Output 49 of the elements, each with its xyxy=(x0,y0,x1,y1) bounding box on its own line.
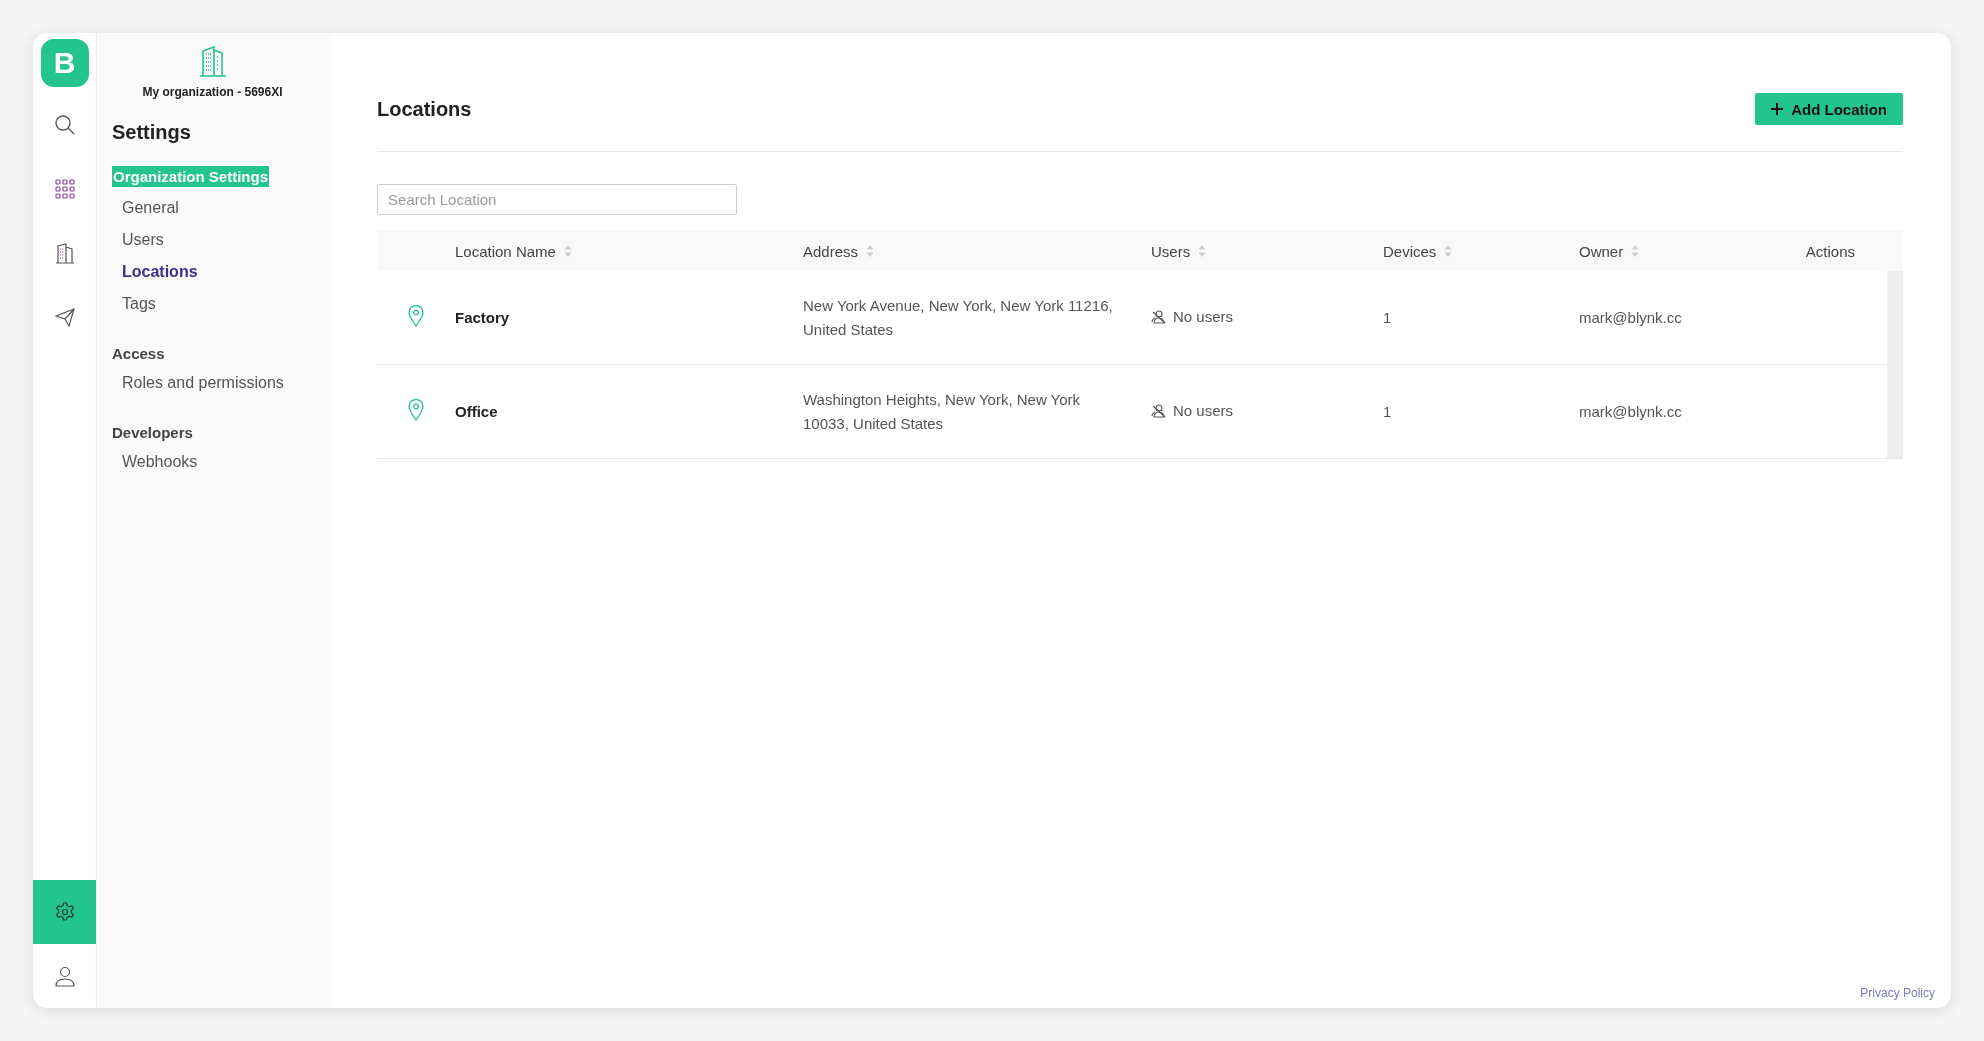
map-pin-icon xyxy=(408,305,424,327)
section-heading: Organization Settings xyxy=(112,166,269,187)
address-text: Washington Heights, New York, New York 10033, United States xyxy=(803,390,1081,432)
add-location-button[interactable]: Add Location xyxy=(1755,93,1903,125)
address-text: New York Avenue, New York, New York 11216, United States xyxy=(803,296,1113,338)
search-icon[interactable] xyxy=(53,114,76,136)
app-grid-icon[interactable] xyxy=(53,178,76,200)
sidebar-item[interactable]: Locations xyxy=(122,263,313,281)
privacy-policy-link[interactable]: Privacy Policy xyxy=(1860,986,1935,1000)
users-icon xyxy=(1151,403,1167,418)
sort-icon[interactable] xyxy=(866,244,875,258)
location-name[interactable]: Factory xyxy=(455,309,510,326)
section-heading: Access xyxy=(112,345,165,362)
section-heading: Developers xyxy=(112,424,193,441)
sidebar-item[interactable]: Roles and permissions xyxy=(122,374,313,392)
building-icon[interactable] xyxy=(53,242,76,264)
sort-icon[interactable] xyxy=(1631,244,1640,258)
building-icon xyxy=(197,45,228,77)
sidebar-item[interactable]: Tags xyxy=(122,295,313,313)
column-header[interactable]: Owner xyxy=(1579,242,1624,260)
map-pin-icon xyxy=(408,399,424,421)
column-header[interactable]: Location Name xyxy=(455,242,556,260)
users-icon xyxy=(1151,309,1167,324)
sidebar-item[interactable]: General xyxy=(122,199,313,217)
users-count: No users xyxy=(1173,308,1234,326)
users-count: No users xyxy=(1173,402,1234,420)
user-icon xyxy=(53,965,76,987)
sidebar-title: Settings xyxy=(112,121,192,144)
sidebar-item[interactable]: Webhooks xyxy=(122,453,313,471)
organization-name: My organization - 5696XI xyxy=(142,85,283,99)
sort-icon[interactable] xyxy=(1198,244,1207,258)
paper-plane-icon[interactable] xyxy=(53,306,76,328)
sort-icon[interactable] xyxy=(1444,244,1453,258)
sidebar-item[interactable]: Users xyxy=(122,231,313,249)
device-count: 1 xyxy=(1383,403,1392,420)
column-header[interactable]: Address xyxy=(803,242,859,260)
sort-icon[interactable] xyxy=(563,244,572,258)
settings-nav-item[interactable] xyxy=(33,880,96,944)
search-field[interactable]: Search Location xyxy=(377,184,737,215)
column-header: Actions xyxy=(1805,242,1855,260)
page-title: Locations xyxy=(377,97,472,121)
owner-email: mark@blynk.cc xyxy=(1579,403,1682,420)
column-header[interactable]: Users xyxy=(1151,242,1191,260)
column-header[interactable]: Devices xyxy=(1383,242,1437,260)
location-name[interactable]: Office xyxy=(455,403,498,420)
device-count: 1 xyxy=(1383,309,1392,326)
plus-icon xyxy=(1771,103,1784,115)
owner-email: mark@blynk.cc xyxy=(1579,309,1682,326)
settings-icon xyxy=(53,901,76,923)
